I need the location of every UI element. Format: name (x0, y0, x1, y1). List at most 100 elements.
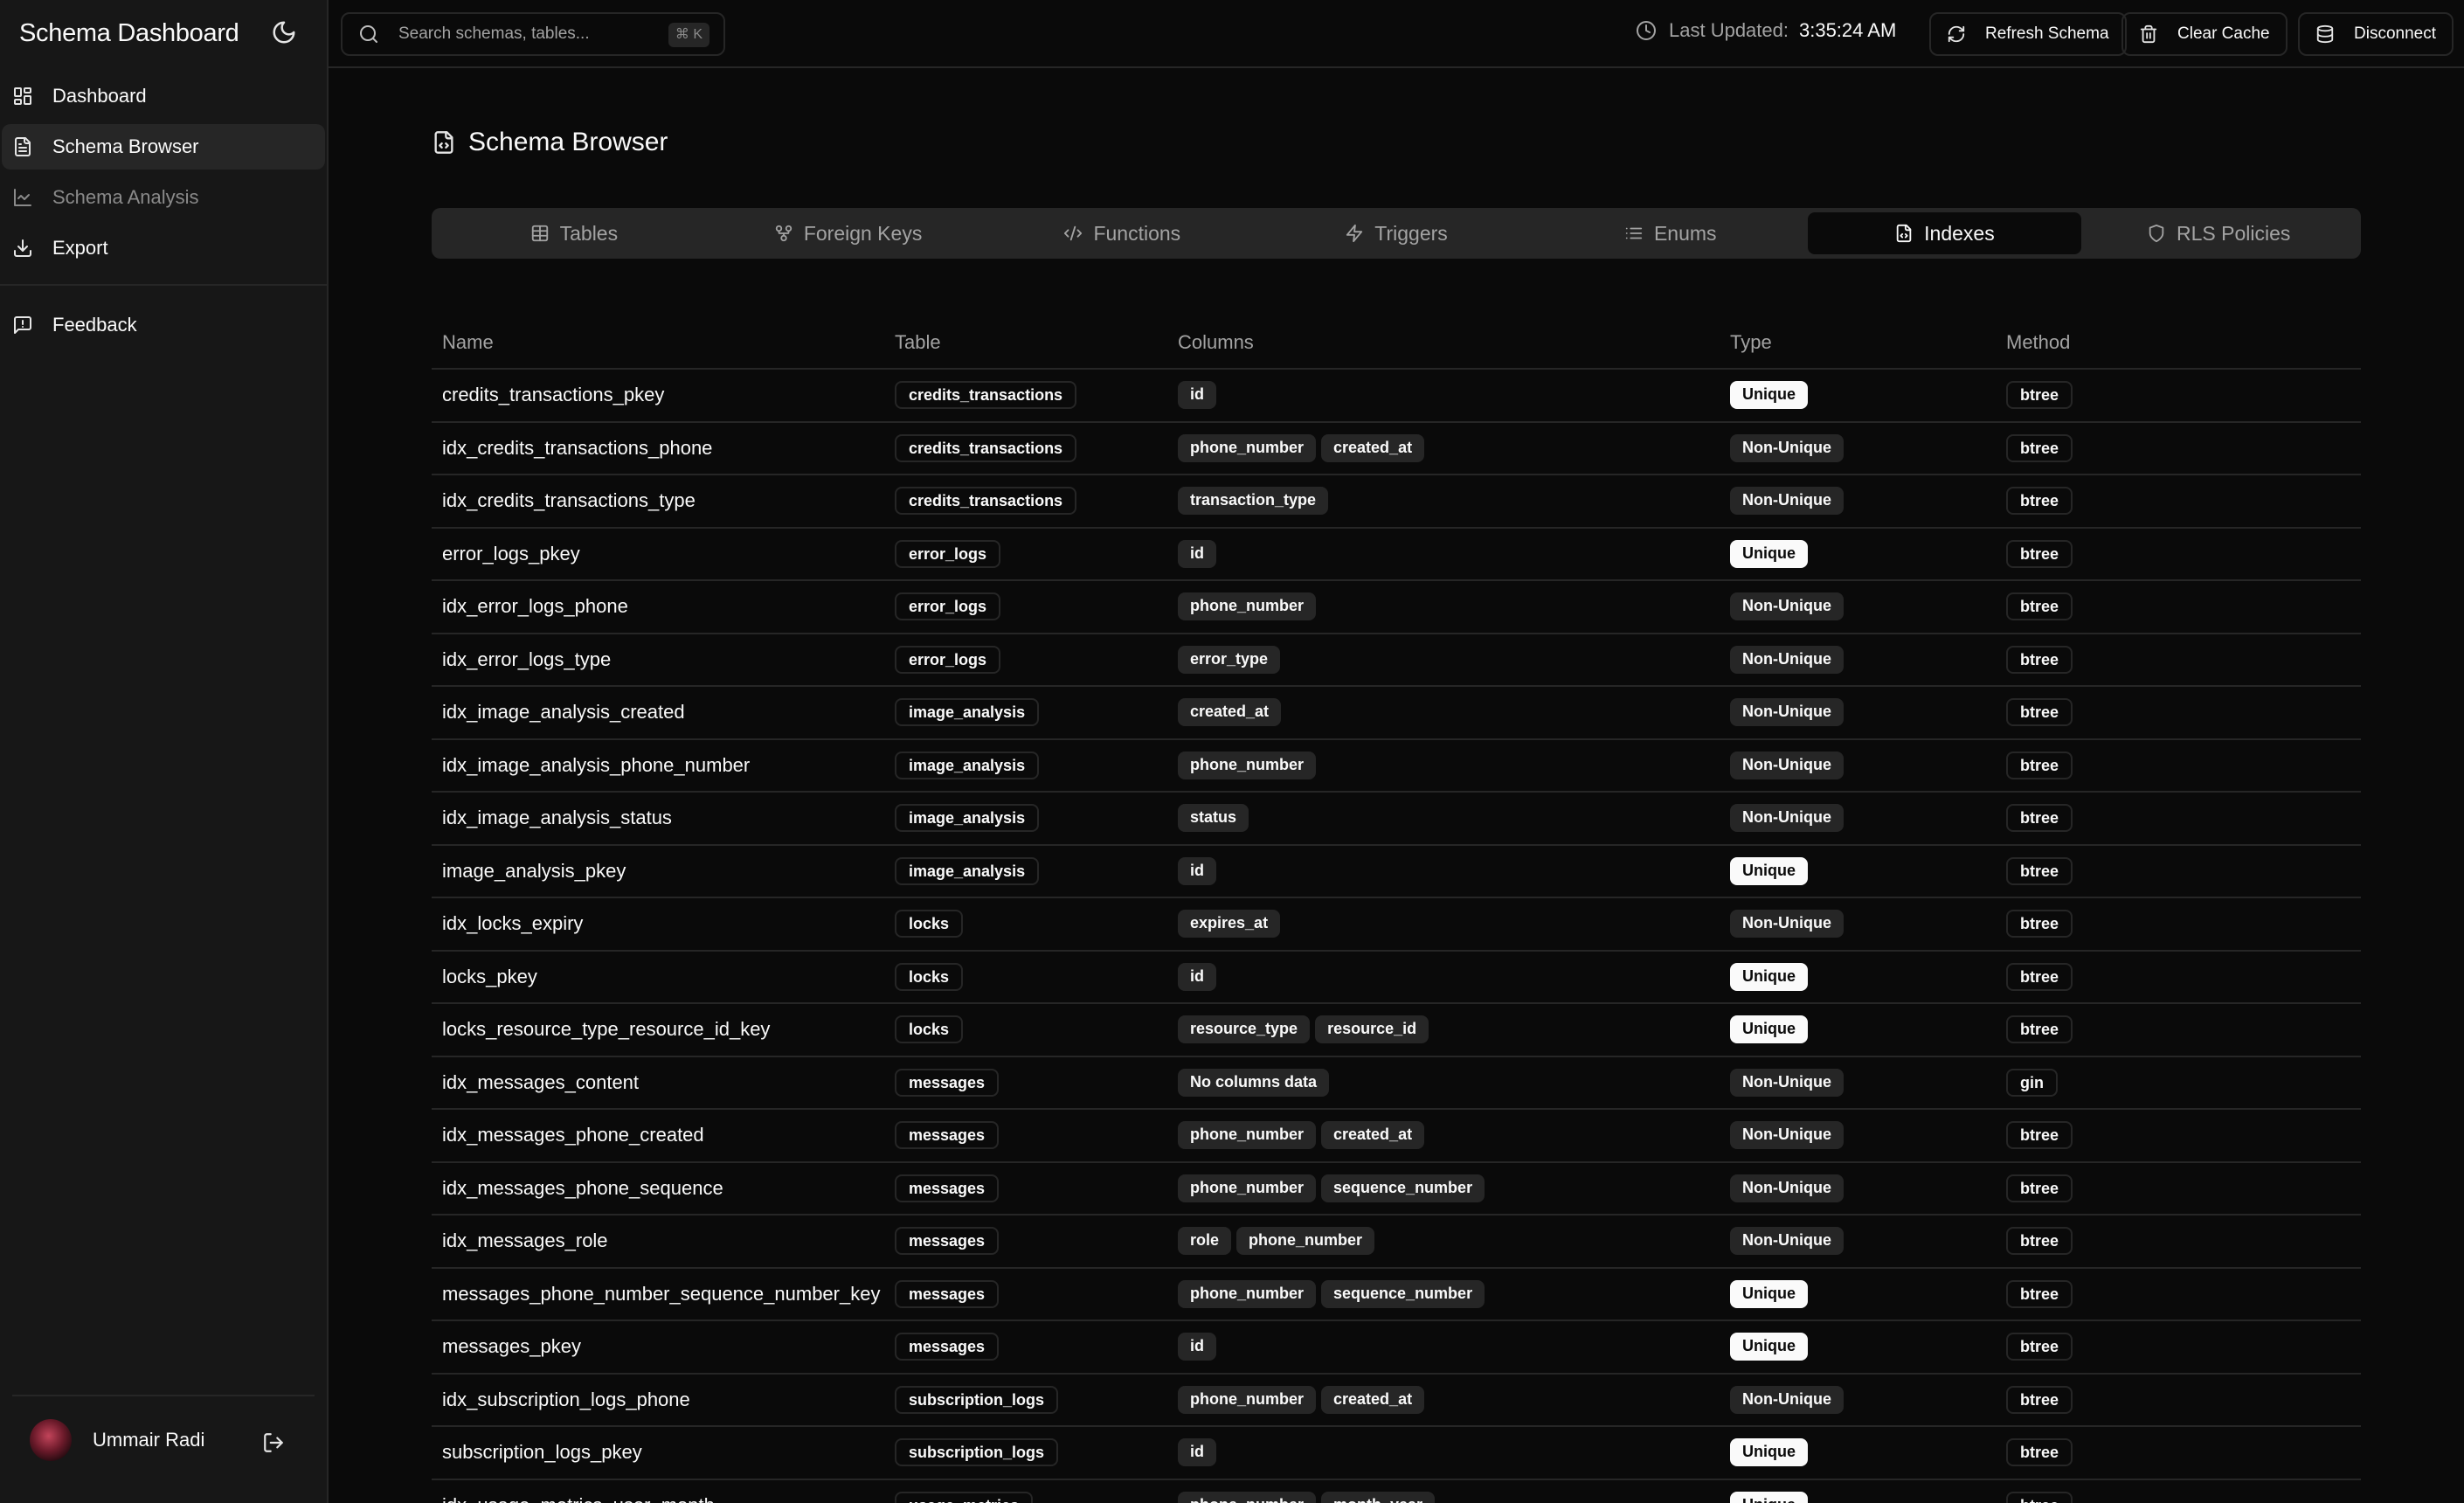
table-row[interactable]: messages_pkey messages id Unique btree (432, 1320, 2361, 1375)
table-row[interactable]: idx_messages_phone_sequence messages phone… (432, 1161, 2361, 1216)
table-name-cell: credits_transactions (884, 421, 1167, 475)
table-name-cell: messages (884, 1215, 1167, 1269)
dashboard-icon (12, 86, 33, 107)
table-name-cell: error_logs (884, 580, 1167, 634)
table-row[interactable]: locks_pkey locks id Unique btree (432, 950, 2361, 1004)
sidebar-item-feedback[interactable]: Feedback (2, 302, 325, 348)
column-badge: error_type (1178, 645, 1281, 674)
tab-label: Triggers (1374, 221, 1448, 245)
method-badge: btree (2006, 1333, 2073, 1361)
method-cell: btree (1996, 1267, 2361, 1321)
table-row[interactable]: subscription_logs_pkey subscription_logs i… (432, 1426, 2361, 1480)
type-badge: Non-Unique (1730, 751, 1844, 779)
index-name: subscription_logs_pkey (442, 1441, 642, 1464)
table-row[interactable]: idx_usage_metrics_user_month usage_metric… (432, 1479, 2361, 1503)
sidebar-item-export[interactable]: Export (2, 225, 325, 271)
logout-icon[interactable] (262, 1431, 285, 1454)
column-badge: created_at (1178, 698, 1282, 727)
table-badge: image_analysis (895, 698, 1040, 727)
avatar[interactable] (30, 1419, 72, 1461)
columns-cell: phone_number created_at (1167, 1109, 1720, 1163)
table-row[interactable]: idx_subscription_logs_phone subscription_… (432, 1373, 2361, 1427)
table-row[interactable]: idx_credits_transactions_phone credits_tr… (432, 421, 2361, 475)
column-header-type[interactable]: Type (1720, 316, 1996, 370)
table-row[interactable]: error_logs_pkey error_logs id Unique btree (432, 527, 2361, 581)
git-fork-icon (774, 224, 793, 243)
tab-indexes[interactable]: Indexes (1807, 212, 2082, 254)
method-badge: btree (2006, 1015, 2073, 1044)
table-row[interactable]: idx_image_analysis_phone_number image_ana… (432, 738, 2361, 793)
column-badge: role (1178, 1227, 1232, 1256)
method-badge: btree (2006, 539, 2073, 568)
column-badge: resource_type (1178, 1015, 1311, 1044)
column-badge: transaction_type (1178, 487, 1329, 516)
index-name: idx_messages_phone_sequence (442, 1176, 723, 1199)
table-row[interactable]: idx_error_logs_type error_logs error_type N… (432, 633, 2361, 687)
columns-cell: role phone_number (1167, 1215, 1720, 1269)
search-input[interactable] (398, 24, 661, 44)
type-cell: Non-Unique (1720, 686, 1996, 740)
sidebar-item-schema-analysis[interactable]: Schema Analysis (2, 175, 325, 220)
type-cell: Non-Unique (1720, 580, 1996, 634)
search-box[interactable]: ⌘ K (341, 12, 725, 56)
table-row[interactable]: idx_image_analysis_created image_analysis… (432, 686, 2361, 740)
clear-cache-button[interactable]: Clear Cache (2121, 12, 2288, 56)
index-name: idx_credits_transactions_type (442, 489, 696, 512)
tab-foreign-keys[interactable]: Foreign Keys (711, 212, 986, 254)
table-row[interactable]: idx_error_logs_phone error_logs phone_numb… (432, 580, 2361, 634)
code-icon (1063, 224, 1083, 243)
table-row[interactable]: idx_messages_content messages No columns d… (432, 1056, 2361, 1110)
column-badge: id (1178, 1438, 1216, 1467)
type-cell: Unique (1720, 527, 1996, 581)
table-row[interactable]: credits_transactions_pkey credits_transac… (432, 369, 2361, 423)
index-name: idx_image_analysis_phone_number (442, 753, 751, 776)
tab-tables[interactable]: Tables (437, 212, 711, 254)
type-badge: Unique (1730, 856, 1808, 885)
moon-icon[interactable] (271, 19, 297, 45)
column-badge: phone_number (1178, 592, 1317, 621)
method-badge: btree (2006, 910, 2073, 939)
index-name: idx_messages_role (442, 1229, 608, 1252)
columns-cell: phone_number created_at (1167, 421, 1720, 475)
columns-cell: id (1167, 1426, 1720, 1480)
tab-functions[interactable]: Functions (985, 212, 1259, 254)
index-name: idx_image_analysis_status (442, 807, 672, 829)
table-badge: image_analysis (895, 751, 1040, 779)
column-header-table[interactable]: Table (884, 316, 1167, 370)
refresh-schema-button[interactable]: Refresh Schema (1929, 12, 2127, 56)
table-row[interactable]: idx_image_analysis_status image_analysis s… (432, 792, 2361, 846)
column-header-method[interactable]: Method (1996, 316, 2361, 370)
table-row[interactable]: idx_messages_role messages role phone_numbe… (432, 1215, 2361, 1269)
column-header-name[interactable]: Name (432, 316, 884, 370)
type-badge: Non-Unique (1730, 698, 1844, 727)
tab-enums[interactable]: Enums (1533, 212, 1808, 254)
tab-triggers[interactable]: Triggers (1259, 212, 1533, 254)
table-name-cell: error_logs (884, 527, 1167, 581)
type-badge: Non-Unique (1730, 804, 1844, 833)
sidebar-item-schema-browser[interactable]: Schema Browser (2, 124, 325, 170)
table-badge: locks (895, 962, 964, 991)
columns-cell: phone_number sequence_number (1167, 1161, 1720, 1216)
table-badge: usage_metrics (895, 1491, 1034, 1503)
index-name-cell: idx_image_analysis_status (432, 792, 884, 846)
sidebar-item-dashboard[interactable]: Dashboard (2, 73, 325, 119)
method-cell: btree (1996, 1320, 2361, 1375)
table-row[interactable]: idx_messages_phone_created messages phone_… (432, 1109, 2361, 1163)
table-row[interactable]: locks_resource_type_resource_id_key locks… (432, 1003, 2361, 1057)
method-badge: btree (2006, 1385, 2073, 1414)
column-header-columns[interactable]: Columns (1167, 316, 1720, 370)
index-name: messages_pkey (442, 1335, 581, 1358)
tab-rls-policies[interactable]: RLS Policies (2081, 212, 2356, 254)
table-row[interactable]: image_analysis_pkey image_analysis id Uniqu… (432, 844, 2361, 898)
table-row[interactable]: idx_credits_transactions_type credits_tra… (432, 474, 2361, 529)
disconnect-button[interactable]: Disconnect (2298, 12, 2454, 56)
tab-label: Enums (1653, 221, 1717, 245)
table-row[interactable]: idx_locks_expiry locks expires_at Non-Uniqu… (432, 897, 2361, 952)
indexes-table: Name Table Columns Type Method credits_t… (432, 316, 2361, 1503)
type-cell: Unique (1720, 1320, 1996, 1375)
user-profile[interactable]: Ummair Radi (30, 1419, 292, 1461)
method-badge: btree (2006, 1438, 2073, 1467)
table-row[interactable]: messages_phone_number_sequence_number_ke… (432, 1267, 2361, 1321)
columns-cell: phone_number sequence_number (1167, 1267, 1720, 1321)
table-name-cell: credits_transactions (884, 369, 1167, 423)
